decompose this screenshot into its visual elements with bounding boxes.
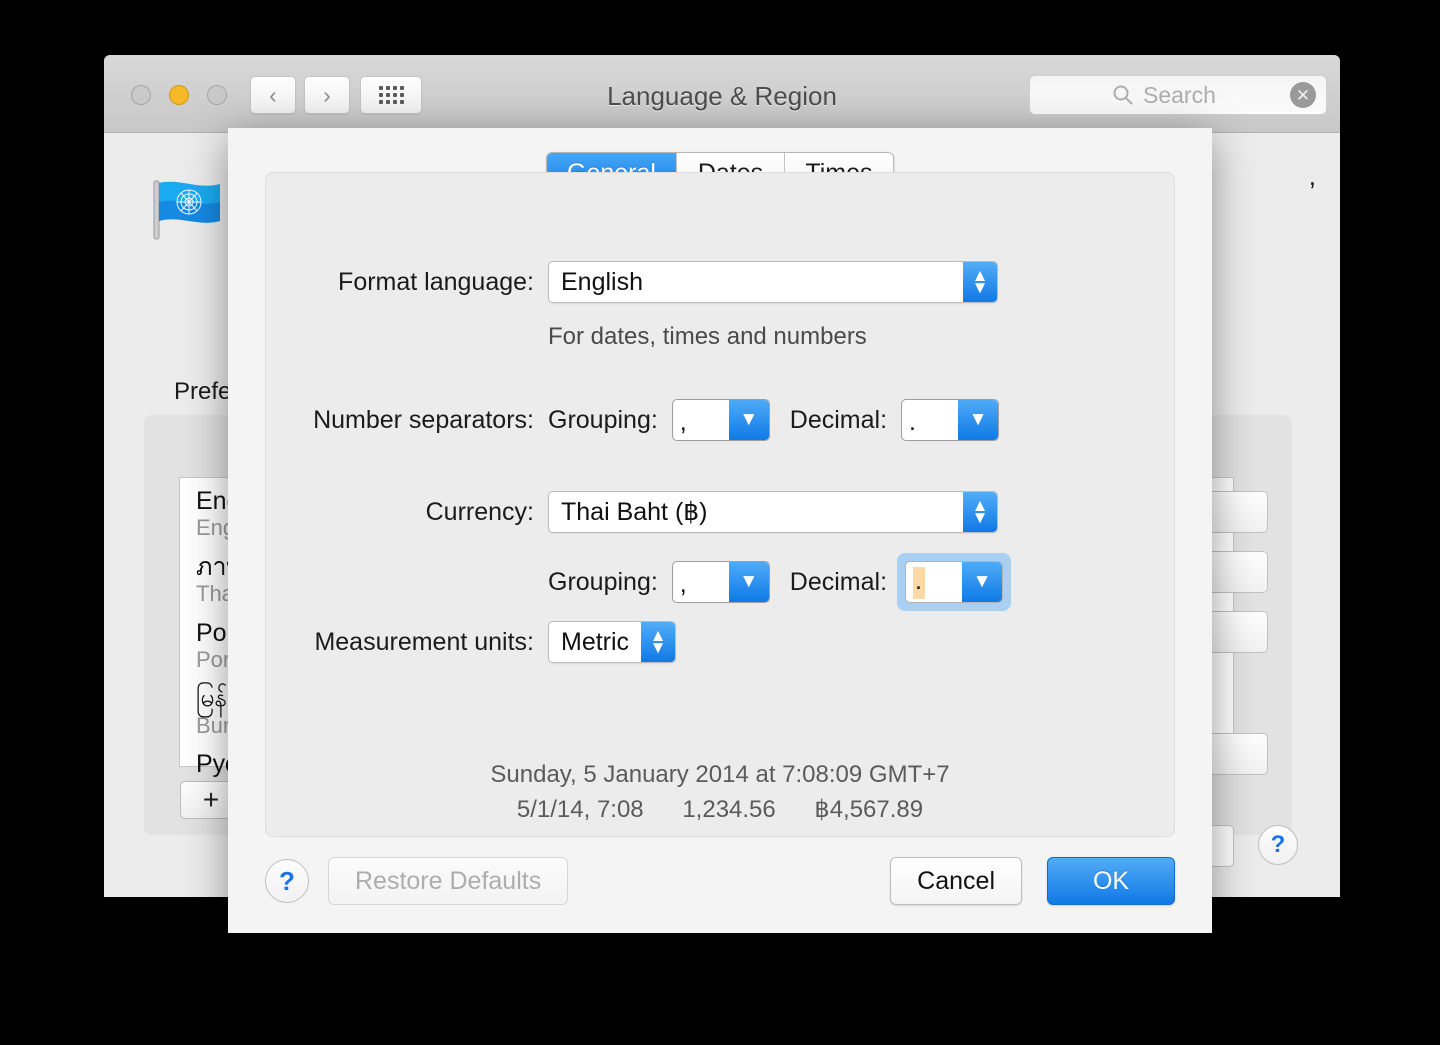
- help-button[interactable]: ?: [265, 859, 309, 903]
- currency-label: Currency:: [425, 497, 534, 526]
- chevron-up-down-icon: ▲ ▼: [963, 492, 997, 532]
- currency-grouping-label: Grouping:: [548, 567, 658, 596]
- currency-decimal-combobox[interactable]: . ▼: [905, 561, 1004, 603]
- search-field[interactable]: Search ✕: [1029, 75, 1327, 115]
- currency-decimal-value: .: [913, 567, 926, 599]
- number-separators-row: Number separators: Grouping: , ▼ Decimal…: [266, 399, 1000, 441]
- preview-number: 1,234.56: [682, 796, 776, 823]
- currency-grouping-combobox[interactable]: , ▼: [671, 561, 770, 603]
- search-icon: [1113, 85, 1133, 105]
- preview-short-date: 5/1/14, 7:08: [516, 796, 644, 823]
- number-decimal-value: .: [909, 408, 916, 436]
- background-separator-text: ,: [1308, 161, 1316, 191]
- number-grouping-label: Grouping:: [548, 405, 658, 434]
- format-language-hint-text: For dates, times and numbers: [548, 323, 867, 350]
- format-language-label: Format language:: [338, 267, 534, 296]
- currency-decimal-label: Decimal:: [789, 567, 888, 596]
- un-flag-icon: [153, 180, 220, 240]
- preview-long-date: Sunday, 5 January 2014 at 7:08:09 GMT+7: [490, 761, 950, 788]
- general-settings-panel: Format language: English ▲ ▼ For dates, t…: [265, 172, 1175, 837]
- help-button[interactable]: ?: [1258, 825, 1298, 865]
- number-grouping-value: ,: [679, 408, 687, 436]
- currency-separators-row: Grouping: , ▼ Decimal: . ▼: [266, 553, 1012, 611]
- chevron-down-icon[interactable]: ▼: [728, 400, 769, 440]
- plus-icon: +: [202, 784, 220, 815]
- customize-formats-sheet: General Dates Times Format language: Eng…: [228, 128, 1212, 933]
- chevron-down-icon[interactable]: ▼: [962, 562, 1003, 602]
- preview-currency: ฿4,567.89: [814, 796, 924, 823]
- currency-decimal-focus-ring: . ▼: [897, 553, 1012, 611]
- format-language-value: English: [561, 267, 643, 296]
- clear-search-icon[interactable]: ✕: [1290, 82, 1316, 108]
- sheet-footer: ? Restore Defaults Cancel OK: [228, 853, 1212, 909]
- question-mark-icon: ?: [279, 865, 295, 896]
- currency-popup-button[interactable]: Thai Baht (฿) ▲ ▼: [548, 491, 998, 533]
- cancel-button[interactable]: Cancel: [890, 857, 1022, 905]
- number-decimal-combobox[interactable]: . ▼: [901, 399, 1000, 441]
- number-separators-label: Number separators:: [313, 405, 534, 434]
- preferred-languages-label: Prefe: [174, 378, 232, 405]
- chevron-up-down-icon: ▲ ▼: [963, 262, 997, 302]
- currency-grouping-value: ,: [679, 570, 687, 598]
- measurement-units-value: Metric: [561, 627, 630, 656]
- restore-defaults-button[interactable]: Restore Defaults: [328, 857, 569, 905]
- format-preview: Sunday, 5 January 2014 at 7:08:09 GMT+7 …: [266, 761, 1174, 824]
- measurement-units-label: Measurement units:: [314, 627, 534, 656]
- window-titlebar: ‹ › Language & Region Search ✕: [104, 55, 1340, 133]
- number-decimal-label: Decimal:: [789, 405, 888, 434]
- currency-row: Currency: Thai Baht (฿) ▲ ▼: [266, 491, 1136, 533]
- preview-second-line: 5/1/14, 7:08 1,234.56 ฿4,567.89: [266, 795, 1174, 824]
- question-mark-icon: ?: [1270, 831, 1286, 858]
- measurement-units-popup-button[interactable]: Metric ▲ ▼: [548, 621, 676, 663]
- chevron-down-icon[interactable]: ▼: [958, 400, 999, 440]
- search-placeholder: Search: [1143, 81, 1216, 108]
- measurement-units-row: Measurement units: Metric ▲ ▼: [266, 621, 676, 663]
- currency-value: Thai Baht (฿): [561, 498, 708, 526]
- ok-button[interactable]: OK: [1047, 857, 1175, 905]
- format-language-row: Format language: English ▲ ▼: [266, 261, 1136, 303]
- chevron-down-icon[interactable]: ▼: [728, 562, 769, 602]
- format-language-hint: For dates, times and numbers: [548, 323, 867, 351]
- number-grouping-combobox[interactable]: , ▼: [671, 399, 770, 441]
- format-language-popup-button[interactable]: English ▲ ▼: [548, 261, 998, 303]
- chevron-up-down-icon: ▲ ▼: [641, 622, 675, 662]
- currency-decimal-value-wrap: .: [906, 562, 962, 602]
